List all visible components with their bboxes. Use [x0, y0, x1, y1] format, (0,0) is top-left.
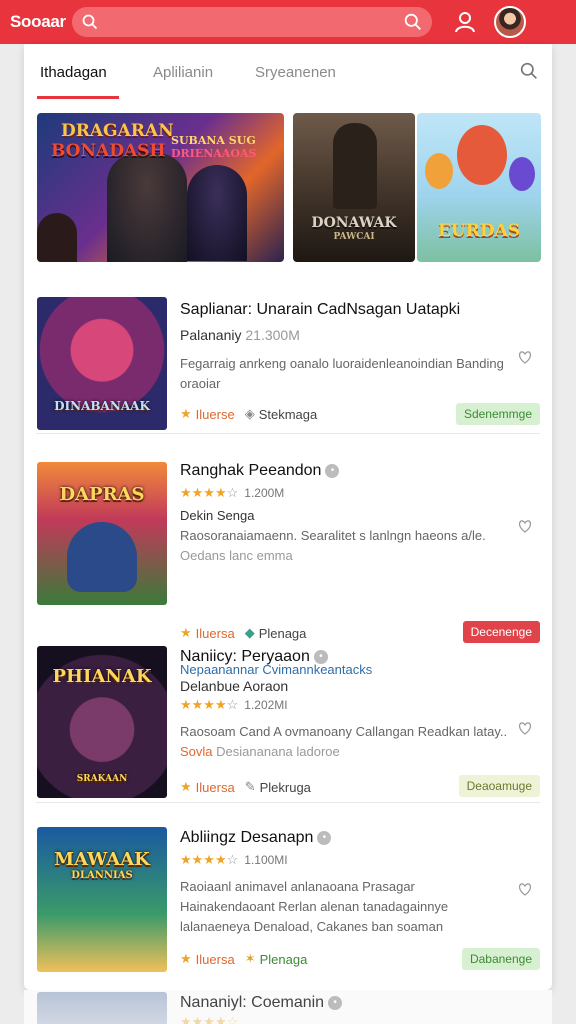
app-thumbnail[interactable]	[37, 992, 167, 1024]
download-button[interactable]: Decenenge	[462, 621, 540, 643]
item-description: Raoiaanl animavel anlanaoana Prasagar Ha…	[180, 879, 449, 934]
download-button[interactable]: Deaoamuge	[458, 775, 540, 797]
banner-hero-figure	[107, 153, 187, 262]
banner-warrior-figure	[333, 123, 377, 209]
app-thumbnail[interactable]: MAWAAK DLANNIAS	[37, 827, 167, 972]
app-thumbnail[interactable]: DINABANAAK	[37, 297, 167, 430]
item-meta: ★ Iluerse ◈ Stekmaga	[180, 406, 318, 422]
banner-title-5: DONAWAK	[311, 215, 397, 231]
heart-icon[interactable]	[518, 351, 532, 369]
search-submit-icon[interactable]	[404, 13, 422, 31]
thumbnail-character	[67, 522, 137, 592]
item-title[interactable]: Naniicy: Peryaaon •	[180, 648, 328, 666]
item-title[interactable]: Abliingz Desanapn •	[180, 829, 332, 847]
banner-slide-2[interactable]: DONAWAK PAWCAI	[293, 113, 415, 262]
banner-title-6: PAWCAI	[333, 232, 375, 242]
banner-slide-3[interactable]: EURDAS	[417, 113, 541, 262]
tag-icon: ◈	[244, 406, 255, 421]
tab-ithadagan[interactable]: Ithadagan	[40, 64, 107, 81]
heart-icon[interactable]	[518, 722, 532, 740]
info-icon: •	[328, 996, 343, 1010]
item-rating: ★★★★☆ 1.200M	[180, 485, 285, 500]
item-rating: ★★★★☆ 1.100MI	[180, 852, 288, 867]
rating-stars: ★★★★☆	[180, 1014, 239, 1024]
banner-title-3: SUBANA SUG	[171, 134, 256, 147]
search-icon[interactable]	[520, 62, 538, 85]
banner-cartoon-figure-3	[509, 157, 535, 191]
search-icon[interactable]	[82, 14, 98, 30]
thumbnail-title: DINABANAAK	[54, 399, 150, 413]
star-icon: ★	[180, 406, 192, 421]
rating-stars: ★★★★☆	[180, 852, 239, 867]
item-title[interactable]: Saplianar: Unarain CadNsagan Uatapki	[180, 301, 460, 319]
info-icon: •	[325, 464, 340, 478]
item-rating: ★★★★☆ 1.202MI	[180, 697, 288, 712]
banner-title-2: BONADASH	[51, 141, 166, 161]
active-tab-indicator	[37, 96, 119, 99]
item-title[interactable]: Nananiyl: Coemanin •	[180, 994, 343, 1012]
star-icon: ★	[180, 625, 192, 640]
download-button[interactable]: Sdenemmge	[455, 403, 540, 425]
banner-title-7: EURDAS	[437, 221, 521, 241]
thumbnail-title: PHIANAK	[52, 666, 152, 687]
thumbnail-title: MAWAAK	[54, 849, 150, 870]
banner-title-4: DRIENAAOAS	[171, 147, 257, 160]
heart-icon[interactable]	[518, 883, 532, 901]
app-thumbnail[interactable]: DAPRAS	[37, 462, 167, 605]
avatar[interactable]	[494, 6, 526, 38]
star-icon: ★	[180, 951, 192, 966]
app-bar: Sooaar	[0, 0, 576, 44]
item-subtitle: Dekin Senga	[180, 508, 255, 523]
tab-sryeanenen[interactable]: Sryeanenen	[255, 64, 336, 81]
info-icon: •	[317, 831, 332, 845]
thumbnail-subtitle: SRAKAAN	[76, 774, 128, 784]
banner-slide-1[interactable]: DRAGARAN BONADASH SUBANA SUG DRIENAAOAS	[37, 113, 284, 262]
item-meta: ★ Iluersa ✎ Plekruga	[180, 779, 311, 795]
banner-cartoon-figure	[457, 125, 507, 185]
sparkle-icon: ✶	[244, 951, 256, 966]
item-description: Fegarraig anrkeng oanalo luoraidenleanoi…	[180, 356, 504, 391]
app-thumbnail[interactable]: PHIANAK SRAKAAN	[37, 646, 167, 798]
tab-bar: Ithadagan Aplilianin Sryeanenen	[24, 44, 552, 102]
item-description: Raosoam Cand A ovmanoany Callangan Readk…	[180, 724, 508, 759]
item-description: Raosoranaiamaenn. Searalitet s lanlngn h…	[180, 528, 486, 563]
item-title[interactable]: Ranghak Peeandon •	[180, 462, 340, 480]
divider	[36, 802, 540, 803]
banner-cartoon-figure-2	[425, 153, 453, 189]
rating-stars: ★★★★☆	[180, 485, 239, 500]
item-subtitle: Delanbue Aoraon	[180, 678, 289, 694]
heart-icon[interactable]	[518, 520, 532, 538]
item-meta: ★ Iluersa ◆ Plenaga	[180, 625, 307, 641]
star-icon: ★	[180, 779, 192, 794]
list-item[interactable]: Nananiyl: Coemanin • ★★★★☆	[24, 990, 552, 1024]
tab-aplilianin[interactable]: Aplilianin	[153, 64, 213, 81]
rating-stars: ★★★★☆	[180, 697, 239, 712]
download-button[interactable]: Dabanenge	[461, 948, 540, 970]
pencil-icon: ✎	[244, 779, 256, 794]
item-subtitle: Palananiy 21.300M	[180, 327, 300, 343]
banner-villain-figure	[187, 165, 247, 261]
banner-side-figure	[37, 213, 77, 262]
app-logo[interactable]: Sooaar	[10, 12, 72, 32]
info-icon: •	[313, 650, 328, 664]
tag-icon: ◆	[244, 625, 255, 640]
user-icon[interactable]	[454, 11, 476, 33]
banner-title-1: DRAGARAN	[61, 121, 174, 141]
thumbnail-title: DAPRAS	[59, 484, 145, 505]
thumbnail-subtitle: DLANNIAS	[71, 870, 133, 881]
item-meta: ★ Iluersa ✶ Plenaga	[180, 951, 308, 967]
divider	[36, 433, 540, 434]
search-bar[interactable]	[72, 7, 432, 37]
main-card: Ithadagan Aplilianin Sryeanenen DRAGARAN…	[24, 44, 552, 990]
